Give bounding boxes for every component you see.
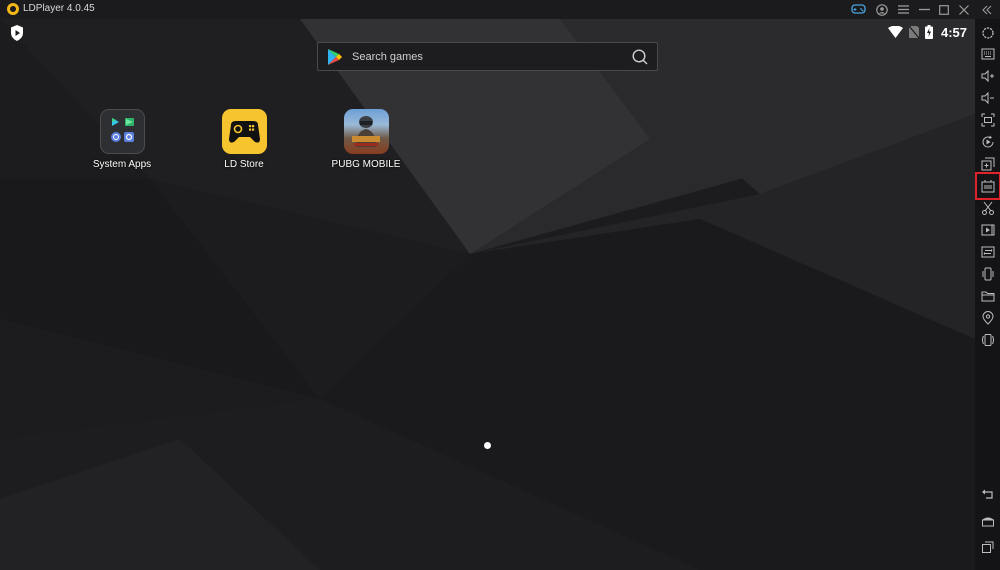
search-bar[interactable] — [317, 42, 658, 71]
page-indicator-dot — [484, 442, 491, 449]
search-input[interactable] — [352, 50, 622, 63]
back-button[interactable] — [978, 484, 997, 503]
window-title: LDPlayer 4.0.45 — [23, 3, 95, 14]
wifi-icon — [887, 26, 903, 38]
folder-icon — [981, 291, 994, 301]
fullscreen-icon — [981, 113, 994, 126]
maximize-icon[interactable] — [936, 2, 952, 17]
no-sim-icon — [908, 26, 919, 38]
apk-icon — [981, 180, 995, 193]
scissors-icon — [981, 201, 994, 215]
volume-up-icon — [981, 69, 994, 82]
record-video-button[interactable] — [978, 220, 997, 239]
collapse-sidebar-icon[interactable] — [979, 2, 995, 17]
settings-button[interactable] — [978, 23, 997, 42]
rotate-button[interactable] — [978, 330, 997, 349]
right-toolbar — [975, 19, 1000, 570]
shared-folder-button[interactable] — [978, 286, 997, 305]
app-label: System Apps — [92, 159, 152, 170]
gamepad-icon[interactable] — [850, 2, 866, 17]
back-arrow-icon — [981, 489, 993, 499]
account-icon[interactable] — [874, 2, 890, 17]
install-apk-button[interactable] — [975, 172, 1000, 200]
app-pubg-mobile[interactable]: PUBG MOBILE — [321, 109, 411, 170]
volume-up-button[interactable] — [978, 66, 997, 85]
app-ld-store[interactable]: LD Store — [199, 109, 289, 170]
rotate-screen-icon — [981, 333, 994, 346]
google-play-icon — [328, 48, 342, 65]
status-clock: 4:57 — [940, 24, 967, 40]
system-apps-folder-icon — [99, 109, 145, 154]
ld-store-icon — [221, 109, 267, 154]
video-icon — [981, 224, 994, 235]
ldplayer-logo-icon — [7, 3, 19, 15]
pubg-mobile-icon — [343, 109, 389, 154]
android-home-screen[interactable]: 4:57 System A — [0, 19, 975, 570]
home-button[interactable] — [978, 511, 997, 530]
shake-phone-icon — [982, 267, 993, 280]
app-system-apps[interactable]: System Apps — [77, 109, 167, 170]
close-icon[interactable] — [956, 2, 972, 17]
volume-down-icon — [981, 91, 994, 104]
synchronizer-button[interactable] — [978, 242, 997, 261]
volume-down-button[interactable] — [978, 88, 997, 107]
search-icon[interactable] — [632, 49, 648, 65]
battery-charging-icon — [924, 25, 933, 39]
wallpaper — [0, 19, 975, 570]
multi-instance-button[interactable] — [978, 154, 997, 173]
screenshot-button[interactable] — [978, 198, 997, 217]
location-pin-icon — [981, 310, 994, 325]
title-bar: LDPlayer 4.0.45 — [0, 0, 1000, 19]
shake-button[interactable] — [978, 264, 997, 283]
settings-gear-icon — [981, 26, 994, 39]
recents-icon — [981, 541, 993, 553]
sync-icon — [981, 246, 994, 257]
home-icon — [981, 517, 994, 526]
menu-icon[interactable] — [895, 2, 911, 17]
app-label: LD Store — [224, 159, 264, 170]
recent-apps-button[interactable] — [978, 537, 997, 556]
record-macro-icon — [982, 135, 993, 147]
minimize-icon[interactable] — [916, 2, 932, 17]
add-instance-icon — [981, 157, 994, 170]
operation-record-button[interactable] — [978, 132, 997, 151]
keyboard-icon — [981, 48, 994, 59]
shield-icon — [11, 25, 23, 41]
keyboard-mapping-button[interactable] — [978, 44, 997, 63]
virtual-location-button[interactable] — [978, 308, 997, 327]
fullscreen-button[interactable] — [978, 110, 997, 129]
status-bar: 4:57 — [887, 23, 967, 41]
app-label: PUBG MOBILE — [331, 159, 401, 170]
